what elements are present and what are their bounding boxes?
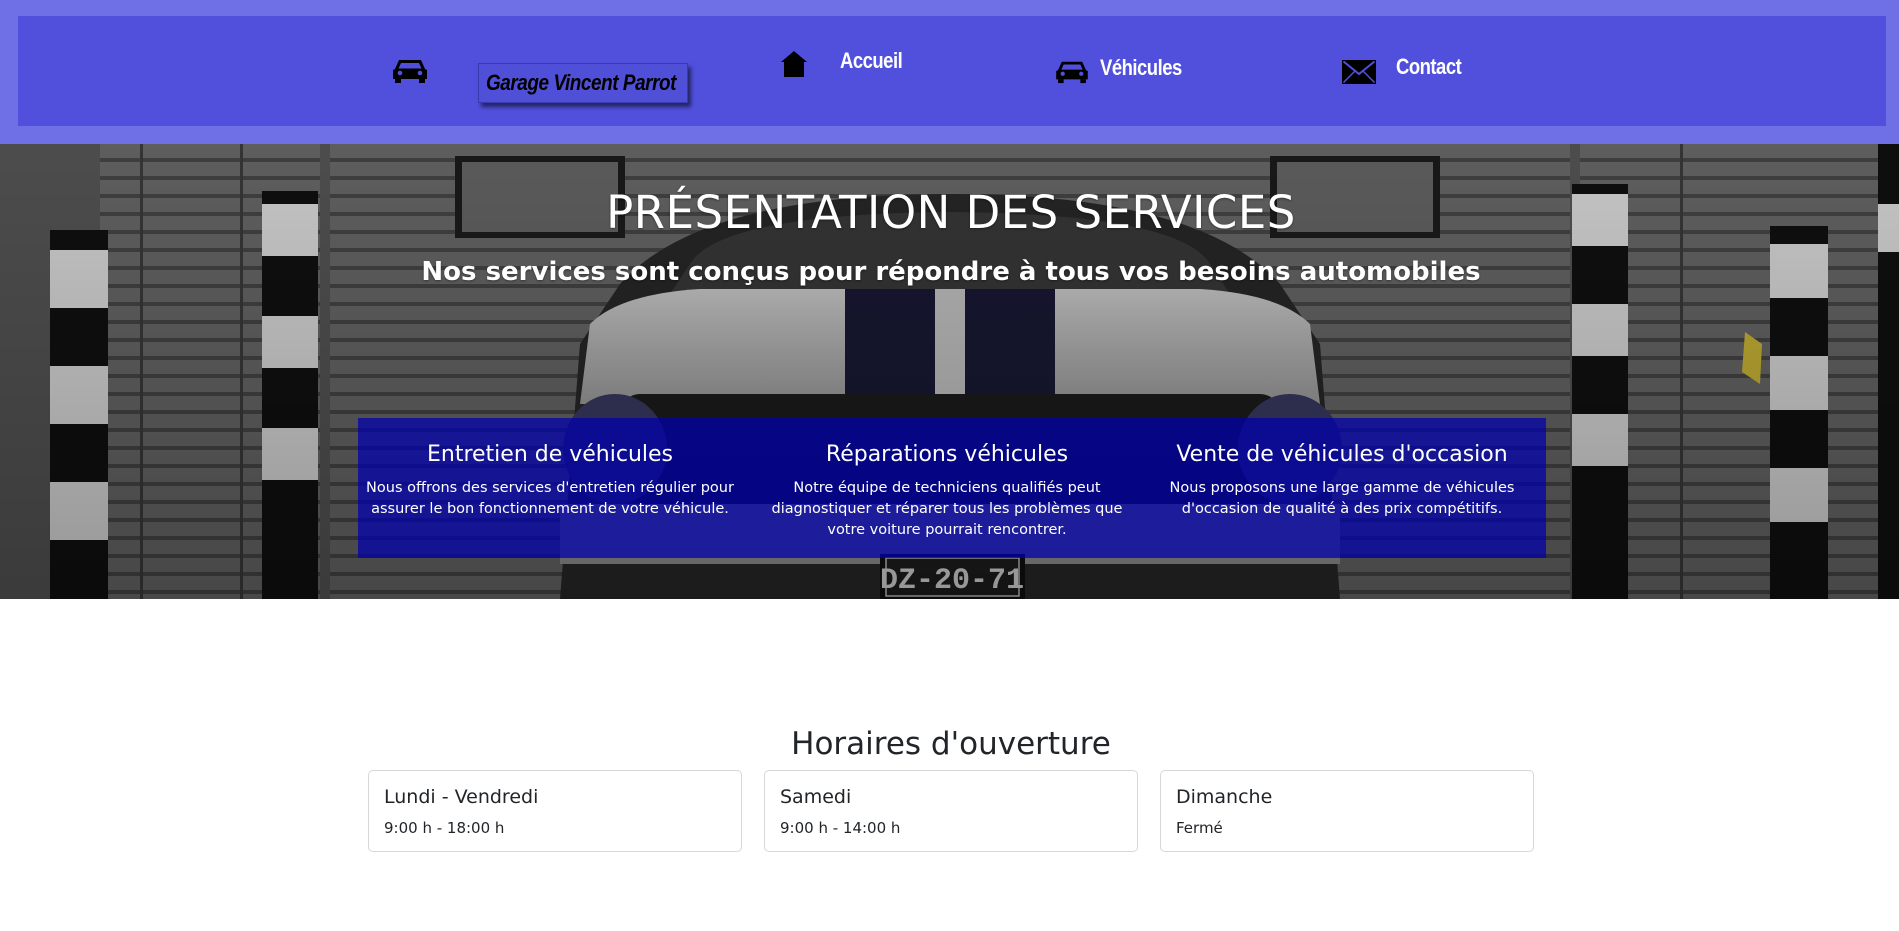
brand-name: Garage Vincent Parrot xyxy=(486,70,677,95)
car-icon xyxy=(392,56,428,84)
service-title: Réparations véhicules xyxy=(825,442,1069,467)
navbar: Garage Vincent Parrot Accueil Véhicules xyxy=(18,16,1886,126)
hero-subtitle: Nos services sont conçus pour répondre à… xyxy=(421,257,1481,287)
hours-day: Lundi - Vendredi xyxy=(384,786,539,808)
hours-time: 9:00 h - 18:00 h xyxy=(384,819,505,837)
hours-time: Fermé xyxy=(1176,819,1223,837)
site-header: Garage Vincent Parrot Accueil Véhicules xyxy=(0,0,1899,144)
brand-button[interactable]: Garage Vincent Parrot xyxy=(478,63,688,103)
hours-card-saturday: Samedi 9:00 h - 14:00 h xyxy=(764,770,1138,852)
hero-title: PRÉSENTATION DES SERVICES xyxy=(606,186,1296,239)
service-description: Nous proposons une large gamme de véhicu… xyxy=(1169,480,1515,517)
nav-link-contact[interactable]: Contact xyxy=(1396,54,1462,80)
service-description: Nous offrons des services d'entretien ré… xyxy=(366,480,734,517)
hours-card-weekdays: Lundi - Vendredi 9:00 h - 18:00 h xyxy=(368,770,742,852)
service-description: Notre équipe de techniciens qualifiés pe… xyxy=(771,480,1123,538)
nav-link-accueil[interactable]: Accueil xyxy=(840,48,903,74)
hours-card-sunday: Dimanche Fermé xyxy=(1160,770,1534,852)
hours-day: Samedi xyxy=(780,786,852,808)
services-panel: Entretien de véhicules Nous offrons des … xyxy=(358,418,1546,558)
hero-section: DZ-20-71 PRÉSENTATION DES SERVICES Nos s… xyxy=(0,144,1899,599)
service-title: Vente de véhicules d'occasion xyxy=(1176,442,1508,467)
envelope-icon[interactable] xyxy=(1342,60,1376,84)
hours-day: Dimanche xyxy=(1176,786,1273,808)
hours-time: 9:00 h - 14:00 h xyxy=(780,819,901,837)
hours-title: Horaires d'ouverture xyxy=(791,726,1111,762)
nav-link-vehicules[interactable]: Véhicules xyxy=(1100,55,1182,81)
home-icon[interactable] xyxy=(780,50,808,78)
car-icon[interactable] xyxy=(1055,58,1089,84)
service-title: Entretien de véhicules xyxy=(426,442,674,467)
